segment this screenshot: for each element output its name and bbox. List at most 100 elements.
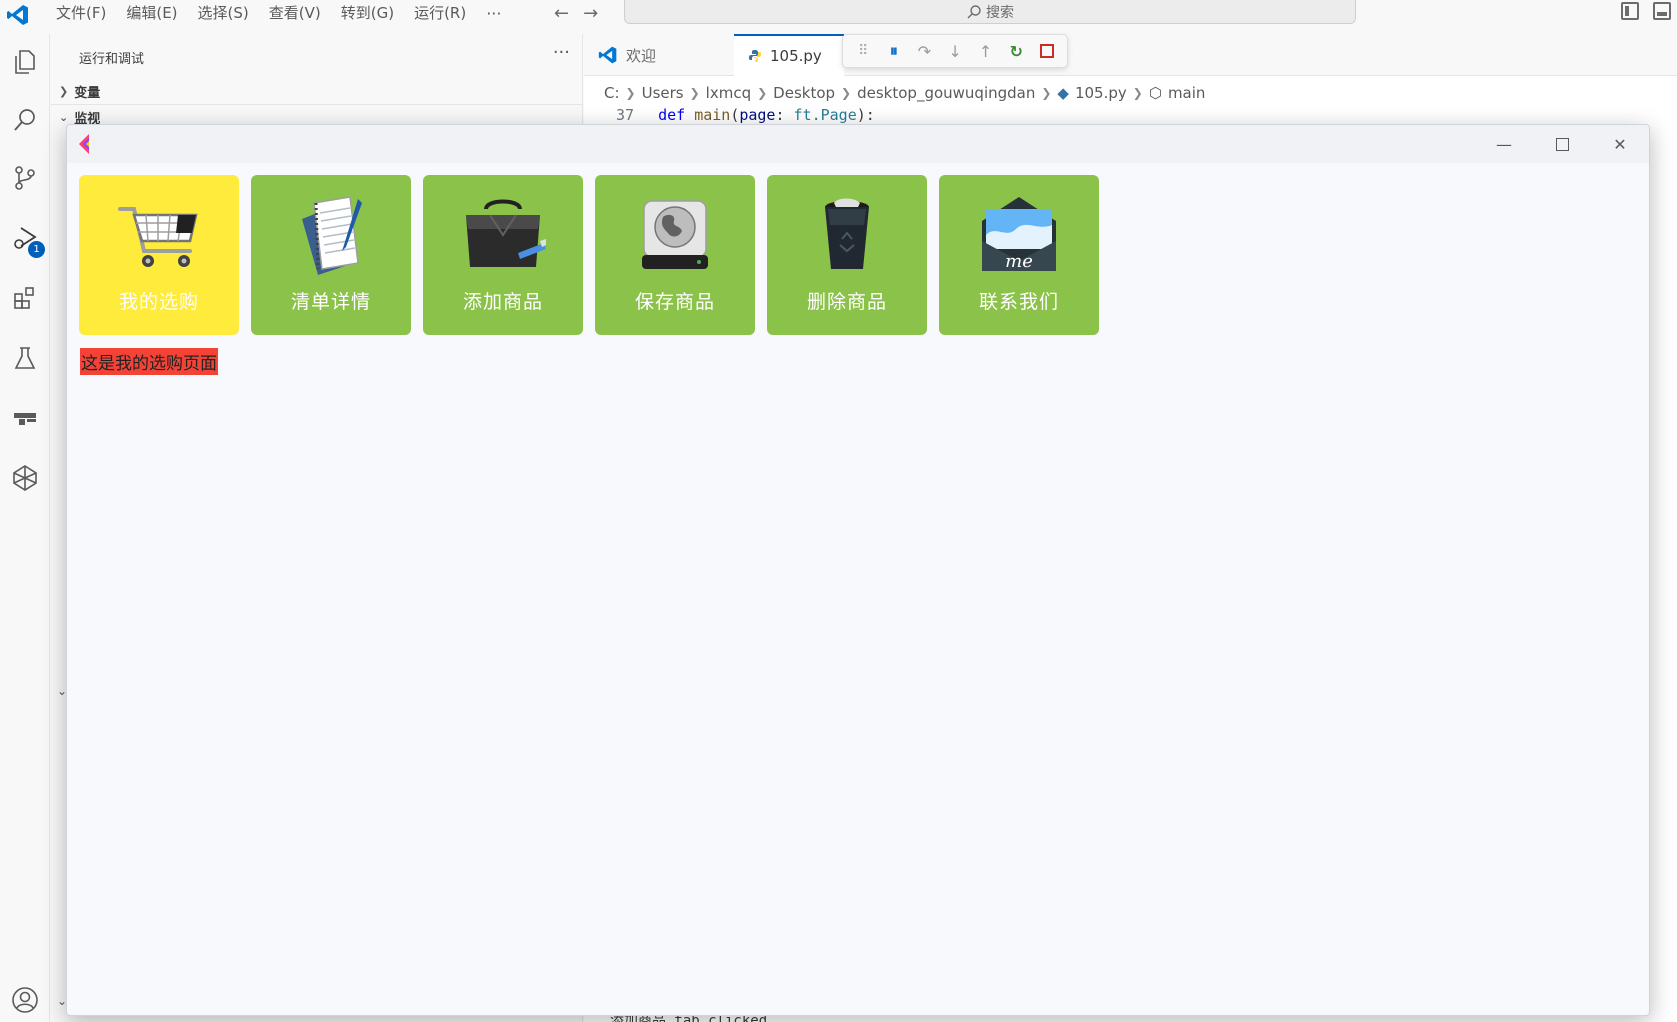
stop-icon[interactable] (1036, 40, 1057, 62)
module-name: ft (793, 106, 812, 124)
layout-controls (1621, 2, 1671, 20)
bag-icon (466, 199, 546, 267)
step-out-icon[interactable]: ↑ (975, 40, 996, 62)
tile-my-selection[interactable]: 我的选购 (79, 175, 239, 335)
restart-icon[interactable]: ↻ (1006, 40, 1027, 62)
search-placeholder: 搜索 (986, 4, 1014, 21)
drag-handle-icon[interactable]: ⠿ (853, 40, 874, 62)
debug-toolbar: ⠿ ⏸ ↷ ↓ ↑ ↻ (842, 34, 1068, 68)
flet-logo-icon (79, 134, 89, 154)
breadcrumb-chevron-icon: ❯ (841, 86, 852, 100)
pause-icon[interactable]: ⏸ (884, 40, 905, 62)
shopping-cart-icon (118, 207, 198, 267)
code-line[interactable]: 37 def main(page: ft.Page): (616, 106, 875, 124)
sidebar-more-button[interactable]: ··· (553, 42, 570, 63)
chevron-down-icon: ⌄ (59, 111, 69, 124)
menu-view[interactable]: 查看(V) (259, 0, 331, 26)
run-debug-icon[interactable]: 1 (9, 222, 45, 258)
source-control-icon[interactable] (9, 162, 41, 194)
editor-tabs: 欢迎 105.py ⠿ ⏸ ↷ ↓ ↑ ↻ (584, 34, 1677, 76)
envelope-icon: me (982, 197, 1056, 272)
colon: : (775, 106, 794, 124)
menu-run[interactable]: 运行(R) (404, 0, 476, 26)
globe-drive-icon (642, 200, 708, 269)
explorer-icon[interactable] (9, 46, 41, 78)
tab-105-py[interactable]: 105.py (734, 34, 844, 76)
paren-close: ): (856, 106, 875, 124)
tile-add-product[interactable]: 添加商品 (423, 175, 583, 335)
section-variables-label: 变量 (74, 86, 101, 101)
tile-save-product[interactable]: 保存商品 (595, 175, 755, 335)
maximize-icon[interactable] (1533, 125, 1591, 163)
notepad-icon (302, 196, 362, 275)
testing-icon[interactable] (9, 342, 41, 374)
tile-label: 联系我们 (978, 291, 1059, 313)
breadcrumb-chevron-icon: ❯ (689, 86, 700, 100)
history-nav: ← → (554, 0, 598, 26)
tile-label: 保存商品 (634, 291, 715, 313)
remote-explorer-icon[interactable] (9, 402, 41, 434)
activity-bar: 1 (0, 34, 50, 1022)
tab-105-py-label: 105.py (770, 47, 822, 65)
nav-tiles: 我的选购 清单详情 添加商品 保存商品 删除商品 me 联系我们 (79, 175, 1099, 335)
tile-label: 清单详情 (290, 291, 371, 313)
breadcrumb-item[interactable]: Users (642, 84, 684, 102)
python-file-icon (749, 50, 761, 62)
sidebar-title: 运行和调试 (79, 52, 145, 67)
menu-edit[interactable]: 编辑(E) (116, 0, 187, 26)
app-titlebar[interactable]: — ✕ (67, 125, 1649, 163)
tile-delete-product[interactable]: 删除商品 (767, 175, 927, 335)
svg-text:me: me (1005, 251, 1033, 272)
section-divider (51, 104, 583, 105)
tab-welcome-label: 欢迎 (626, 46, 657, 65)
chevron-right-icon: ❯ (59, 85, 69, 98)
forward-arrow-icon[interactable]: → (583, 3, 598, 24)
breadcrumb-chevron-icon: ❯ (1041, 86, 1052, 100)
step-into-icon[interactable]: ↓ (945, 40, 966, 62)
tile-list-details[interactable]: 清单详情 (251, 175, 411, 335)
function-name: main (694, 106, 731, 124)
breadcrumb-item[interactable]: Desktop (773, 84, 835, 102)
vscode-tab-icon (598, 46, 617, 64)
trash-bin-icon (825, 198, 869, 269)
breadcrumb-item[interactable]: lxmcq (706, 84, 751, 102)
step-over-icon[interactable]: ↷ (914, 40, 935, 62)
symbol-method-icon: ⬡ (1148, 84, 1162, 102)
section-variables[interactable]: ❯ 变量 (59, 82, 579, 101)
breadcrumb-item[interactable]: 105.py (1075, 84, 1127, 102)
menu-go[interactable]: 转到(G) (331, 0, 404, 26)
search-view-icon[interactable] (9, 104, 41, 136)
debug-badge: 1 (28, 241, 45, 258)
minimize-icon[interactable]: — (1475, 125, 1533, 163)
account-icon[interactable] (9, 984, 41, 1016)
breadcrumb-chevron-icon: ❯ (1132, 86, 1143, 100)
toggle-panel-icon[interactable] (1653, 2, 1671, 20)
type-name: .Page (811, 106, 857, 124)
page-content-text: 这是我的选购页面 (80, 348, 218, 375)
tile-label: 添加商品 (462, 291, 543, 313)
vscode-titlebar: 文件(F) 编辑(E) 选择(S) 查看(V) 转到(G) 运行(R) ··· … (0, 0, 1677, 34)
menu-more-button[interactable]: ··· (476, 4, 511, 23)
flet-app-window: — ✕ 我的选购 清单详情 添加商品 保存商品 删除商品 me 联系我们 这是我… (66, 124, 1650, 1016)
menu-selection[interactable]: 选择(S) (188, 0, 259, 26)
vscode-logo-icon (7, 5, 28, 25)
close-icon[interactable]: ✕ (1591, 125, 1649, 163)
search-icon (967, 4, 981, 18)
python-file-icon: ◆ (1057, 84, 1069, 102)
extension-pane-icon[interactable] (9, 462, 41, 494)
tab-welcome[interactable]: 欢迎 (584, 34, 734, 76)
breadcrumb-chevron-icon: ❯ (625, 86, 636, 100)
line-number: 37 (616, 106, 635, 124)
breadcrumb-item[interactable]: main (1168, 84, 1205, 102)
toggle-sidebar-icon[interactable] (1621, 2, 1639, 20)
breadcrumb-item[interactable]: desktop_gouwuqingdan (857, 84, 1035, 102)
tile-contact-us[interactable]: me 联系我们 (939, 175, 1099, 335)
breadcrumb: C: ❯ Users ❯ lxmcq ❯ Desktop ❯ desktop_gouwu… (604, 82, 1205, 104)
extensions-icon[interactable] (9, 282, 41, 314)
breadcrumb-item[interactable]: C: (604, 84, 620, 102)
back-arrow-icon[interactable]: ← (554, 3, 569, 24)
command-center-search[interactable]: 搜索 (624, 0, 1356, 24)
param-name: page (739, 106, 776, 124)
keyword-def: def (658, 106, 686, 124)
menu-file[interactable]: 文件(F) (46, 0, 116, 26)
